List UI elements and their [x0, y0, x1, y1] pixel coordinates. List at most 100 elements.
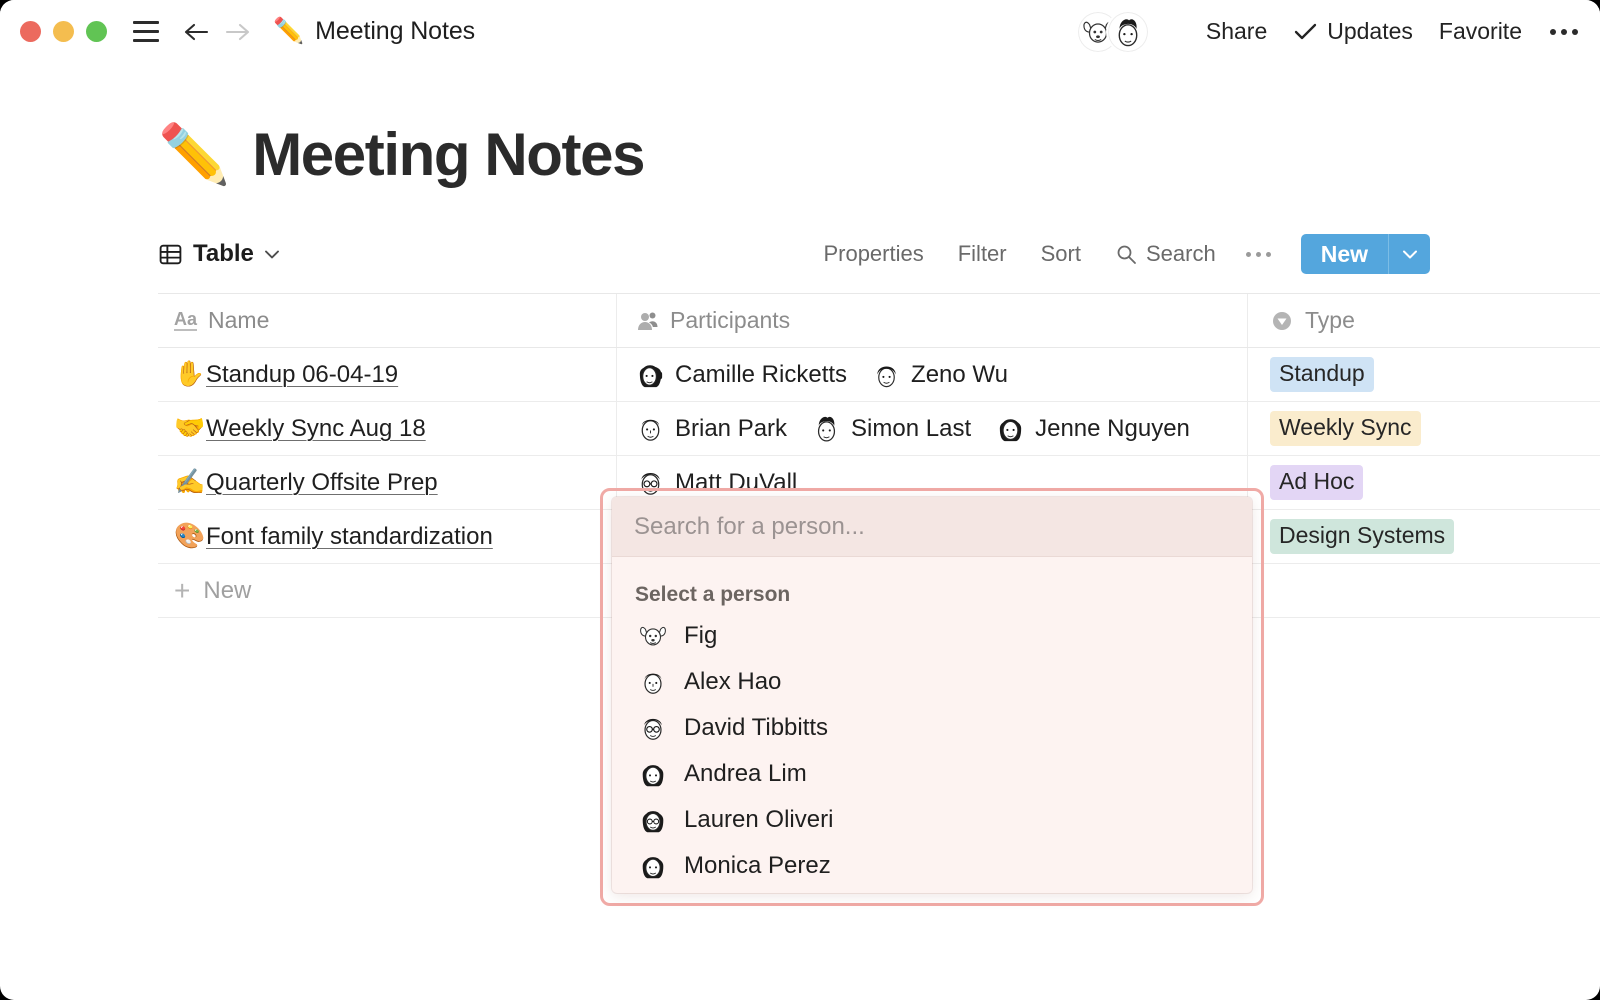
page-title[interactable]: Meeting Notes	[252, 120, 645, 189]
page-emoji-icon[interactable]: ✏️	[158, 125, 230, 184]
row-title[interactable]: Weekly Sync Aug 18	[206, 415, 426, 443]
minimize-window-button[interactable]	[53, 21, 74, 42]
participant-name: Simon Last	[851, 414, 972, 442]
row-emoji-icon: ✋	[174, 360, 206, 388]
row-title[interactable]: Quarterly Offsite Prep	[206, 469, 438, 497]
search-label: Search	[1145, 241, 1216, 266]
add-new-row-label: New	[203, 576, 252, 604]
column-header-type[interactable]: Type	[1248, 294, 1600, 347]
participant-chip[interactable]: Matt DuVall	[635, 467, 797, 498]
row-name-cell[interactable]: 🎨 Font family standardization	[158, 510, 617, 563]
list-item[interactable]: Alex Hao	[612, 659, 1252, 705]
person-search-field[interactable]	[612, 497, 1252, 557]
properties-button[interactable]: Properties	[823, 241, 923, 267]
ellipsis-dot	[1265, 251, 1271, 257]
participant-name: Brian Park	[675, 414, 788, 442]
person-picker-popup[interactable]: Select a person Fig Alex Hao David Tibbi…	[612, 497, 1252, 893]
new-dropdown-chevron-down-icon[interactable]	[1388, 234, 1430, 274]
search-button[interactable]: Search	[1115, 241, 1216, 267]
search-input[interactable]	[634, 512, 1252, 541]
breadcrumb[interactable]: Meeting Notes	[315, 17, 475, 46]
hamburger-bar	[133, 21, 159, 24]
lauren-avatar	[638, 805, 668, 835]
chevron-down-icon[interactable]	[264, 249, 280, 260]
ellipsis-dot	[1572, 28, 1578, 35]
participant-name: Camille Ricketts	[675, 360, 848, 388]
matt-avatar	[635, 467, 666, 498]
column-header-name[interactable]: Aa Name	[158, 294, 617, 347]
participant-name: Jenne Nguyen	[1035, 414, 1190, 442]
favorite-label: Favorite	[1438, 18, 1522, 44]
user-avatar[interactable]	[1105, 9, 1150, 54]
row-title[interactable]: Font family standardization	[206, 523, 493, 551]
ellipsis-dot	[1245, 251, 1251, 257]
app-window: ✏️ Meeting Notes Share Updates Favorite …	[0, 0, 1600, 1000]
share-label: Share	[1205, 18, 1268, 44]
row-emoji-icon: 🤝	[174, 414, 206, 442]
ellipsis-icon[interactable]	[1245, 251, 1271, 257]
view-toolbar-actions: Properties Filter Sort Search New	[789, 234, 1430, 274]
participant-chip[interactable]: Zeno Wu	[871, 359, 1008, 390]
list-item[interactable]: Fig	[612, 613, 1252, 659]
alex-avatar	[638, 667, 668, 697]
row-emoji-icon: ✍️	[174, 468, 206, 496]
person-name: Andrea Lim	[684, 760, 807, 787]
row-type-cell[interactable]: Weekly Sync	[1248, 402, 1600, 455]
favorite-button[interactable]: Favorite	[1439, 18, 1522, 45]
page-title-row: ✏️ Meeting Notes	[158, 120, 1600, 189]
hamburger-icon[interactable]	[129, 15, 163, 49]
close-window-button[interactable]	[20, 21, 41, 42]
hamburger-bar	[133, 39, 159, 42]
view-label: Table	[193, 240, 254, 267]
person-name: David Tibbitts	[684, 714, 829, 741]
list-item[interactable]: Monica Perez	[612, 843, 1252, 889]
participant-chip[interactable]: Brian Park	[635, 413, 787, 444]
column-header-participants[interactable]: Participants	[617, 294, 1248, 347]
andrea-avatar	[638, 759, 668, 789]
titlebar-actions: Share Updates Favorite	[1075, 0, 1578, 63]
list-item[interactable]: Lauren Oliveri	[612, 797, 1252, 843]
ellipsis-icon[interactable]	[1550, 28, 1578, 35]
table-row[interactable]: 🤝 Weekly Sync Aug 18 Brian Park Simon La…	[158, 402, 1600, 456]
sort-button[interactable]: Sort	[1041, 241, 1081, 267]
ellipsis-dot	[1550, 28, 1556, 35]
participant-chip[interactable]: Camille Ricketts	[635, 359, 847, 390]
row-title[interactable]: Standup 06-04-19	[206, 361, 398, 389]
share-button[interactable]: Share	[1206, 18, 1267, 45]
text-type-icon: Aa	[174, 309, 198, 332]
filter-button[interactable]: Filter	[958, 241, 1007, 267]
table-row[interactable]: ✋ Standup 06-04-19 Camille Ricketts Zeno…	[158, 348, 1600, 402]
row-type-cell[interactable]: Ad Hoc	[1248, 456, 1600, 509]
view-selector-table[interactable]: Table	[158, 240, 280, 268]
list-item[interactable]: Andrea Lim	[612, 751, 1252, 797]
row-type-cell[interactable]: Standup	[1248, 348, 1600, 401]
participant-name: Matt DuVall	[675, 468, 798, 496]
ellipsis-dot	[1561, 28, 1567, 35]
person-name: Alex Hao	[684, 668, 782, 695]
updates-button[interactable]: Updates	[1293, 18, 1413, 45]
arrow-right-icon[interactable]	[221, 15, 255, 49]
select-type-icon	[1270, 309, 1294, 333]
row-name-cell[interactable]: ✋ Standup 06-04-19	[158, 348, 617, 401]
person-name: Monica Perez	[684, 852, 831, 879]
maximize-window-button[interactable]	[86, 21, 107, 42]
new-button[interactable]: New	[1300, 234, 1388, 274]
monica-avatar	[638, 851, 668, 881]
row-type-cell[interactable]: Design Systems	[1248, 510, 1600, 563]
row-name-cell[interactable]: 🤝 Weekly Sync Aug 18	[158, 402, 617, 455]
collaborator-avatars[interactable]	[1075, 9, 1150, 54]
camille-avatar	[635, 359, 666, 390]
row-participants-cell[interactable]: Brian Park Simon Last Jenne Nguyen	[617, 402, 1248, 455]
hamburger-bar	[133, 30, 159, 33]
participant-chip[interactable]: Simon Last	[811, 413, 971, 444]
person-name: Lauren Oliveri	[684, 806, 834, 833]
search-icon	[1115, 243, 1137, 265]
picker-section-label: Select a person	[635, 583, 791, 606]
row-emoji-icon: 🎨	[174, 522, 206, 550]
arrow-left-icon[interactable]	[179, 15, 213, 49]
row-name-cell[interactable]: ✍️ Quarterly Offsite Prep	[158, 456, 617, 509]
participant-chip[interactable]: Jenne Nguyen	[995, 413, 1190, 444]
row-participants-cell[interactable]: Camille Ricketts Zeno Wu	[617, 348, 1248, 401]
ellipsis-dot	[1255, 251, 1261, 257]
list-item[interactable]: David Tibbitts	[612, 705, 1252, 751]
